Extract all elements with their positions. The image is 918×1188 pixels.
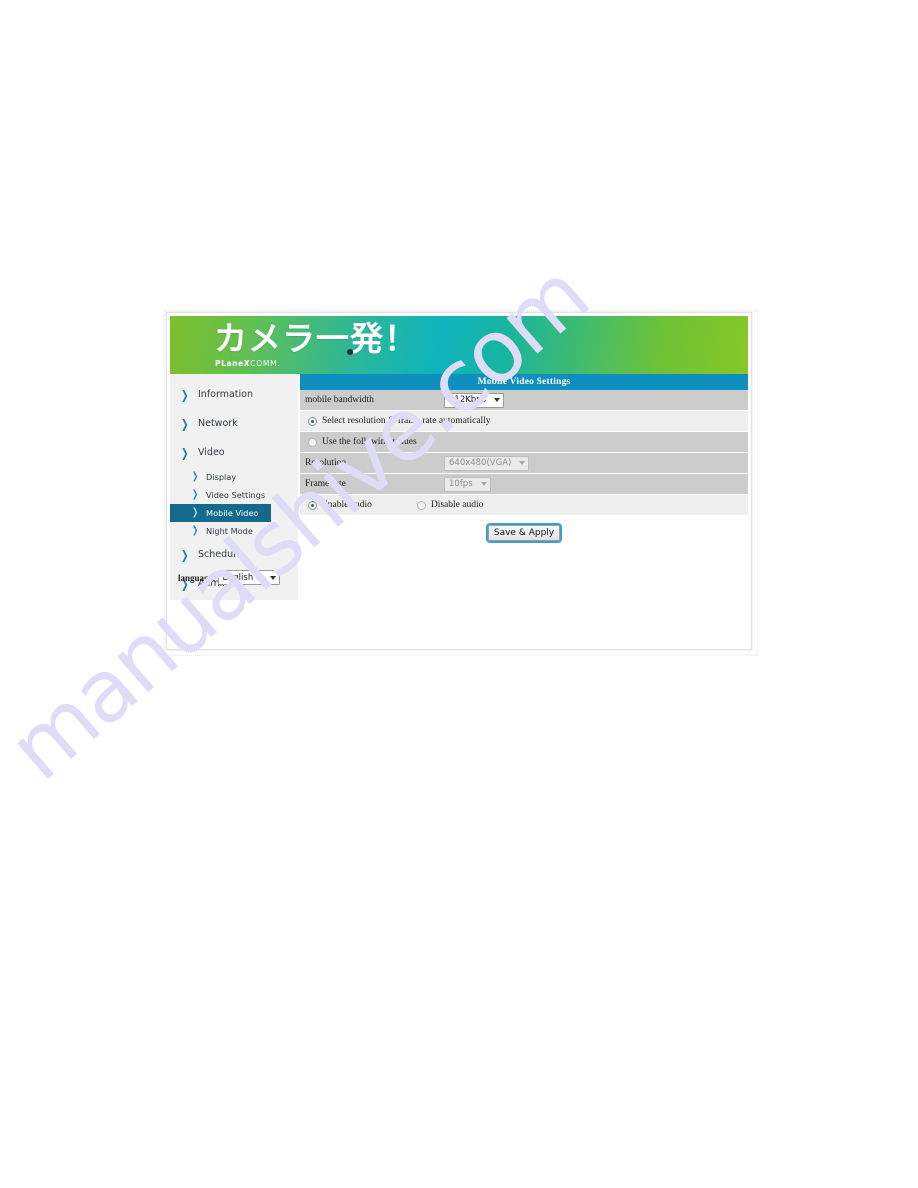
sidebar-item-display[interactable]: ❯ Display xyxy=(170,468,299,486)
brand-name-secondary: COMM. xyxy=(250,359,281,368)
chevron-right-icon: ❯ xyxy=(181,416,189,431)
chevron-right-icon: ❯ xyxy=(181,547,189,562)
radio-disable-audio-label[interactable]: Disable audio xyxy=(431,500,484,510)
resolution-label: Resolution xyxy=(305,458,347,468)
chevron-right-icon: ❯ xyxy=(192,525,199,536)
brand-name-primary: PLaneX xyxy=(215,359,251,368)
brand-logo: PLaneXCOMM. xyxy=(215,359,281,369)
resolution-value-cell: 640x480(VGA) xyxy=(439,455,748,471)
frame-rate-select-value: 10fps xyxy=(449,479,473,489)
radio-select-resolution-auto[interactable] xyxy=(308,416,317,426)
row-audio: Enable audio Disable audio xyxy=(300,495,748,516)
chevron-down-icon xyxy=(519,461,526,465)
row-resolution: Resolution 640x480(VGA) xyxy=(300,453,748,474)
panel-title: Mobile Video Settings xyxy=(300,374,748,390)
row-frame-rate: Frame rate 10fps xyxy=(300,474,748,495)
resolution-select[interactable]: 640x480(VGA) xyxy=(444,455,530,471)
camera-web-ui-screenshot: カメラ一発！ PLaneXCOMM. ❯ Information ❯ Netwo… xyxy=(164,310,758,656)
manual-page: カメラ一発！ PLaneXCOMM. ❯ Information ❯ Netwo… xyxy=(0,0,918,1188)
mobile-bandwidth-select-value: 512Kbps xyxy=(449,395,487,405)
language-selector-row: language: English xyxy=(178,570,280,585)
product-logo-japanese: カメラ一発！ xyxy=(214,319,418,358)
logo-dot-decoration xyxy=(347,349,353,355)
mobile-bandwidth-label: mobile bandwidth xyxy=(305,395,374,405)
settings-panel: Mobile Video Settings mobile bandwidth 5… xyxy=(300,374,748,648)
sidebar-item-label: Night Mode xyxy=(206,526,253,536)
ui-body: ❯ Information ❯ Network ❯ Video ❯ Displa… xyxy=(170,374,748,648)
chevron-down-icon xyxy=(269,575,276,580)
radio-enable-audio-label[interactable]: Enable audio xyxy=(322,500,372,510)
sidebar-item-label: Display xyxy=(206,472,237,482)
sidebar-item-network[interactable]: ❯ Network xyxy=(170,409,299,438)
radio-enable-audio[interactable] xyxy=(308,500,317,510)
video-submenu: ❯ Display ❯ Video Settings ❯ Mobile Vide… xyxy=(170,468,299,540)
chevron-right-icon: ❯ xyxy=(192,489,199,500)
sidebar-item-label: Network xyxy=(198,418,238,429)
disable-audio-group: Disable audio xyxy=(416,500,484,510)
mobile-bandwidth-value-cell: 512Kbps xyxy=(439,392,748,408)
sidebar-item-label: Mobile Video xyxy=(206,508,259,518)
frame-rate-select[interactable]: 10fps xyxy=(444,476,491,492)
radio-select-resolution-auto-label[interactable]: Select resolution & frame rate automatic… xyxy=(322,416,491,426)
nav-list: ❯ Information ❯ Network ❯ Video ❯ Displa… xyxy=(170,380,299,598)
chevron-down-icon xyxy=(480,482,487,486)
radio-use-following-values-label[interactable]: Use the following values xyxy=(322,437,417,447)
save-button-row: Save & Apply xyxy=(300,516,748,550)
product-banner: カメラ一発！ PLaneXCOMM. xyxy=(170,316,748,374)
language-select-value: English xyxy=(222,572,254,583)
sidebar-item-video[interactable]: ❯ Video xyxy=(170,438,299,467)
save-and-apply-button[interactable]: Save & Apply xyxy=(486,523,562,543)
sidebar-navigation: ❯ Information ❯ Network ❯ Video ❯ Displa… xyxy=(170,374,299,600)
chevron-right-icon: ❯ xyxy=(181,387,189,402)
radio-use-following-values[interactable] xyxy=(308,437,317,447)
sidebar-item-video-settings[interactable]: ❯ Video Settings xyxy=(170,486,299,504)
resolution-select-value: 640x480(VGA) xyxy=(449,458,512,468)
language-select[interactable]: English xyxy=(217,570,280,585)
chevron-right-icon: ❯ xyxy=(192,507,199,518)
sidebar-item-mobile-video[interactable]: ❯ Mobile Video xyxy=(170,504,271,522)
row-mobile-bandwidth: mobile bandwidth 512Kbps xyxy=(300,390,748,411)
frame-rate-value-cell: 10fps xyxy=(439,476,748,492)
sidebar-item-night-mode[interactable]: ❯ Night Mode xyxy=(170,522,299,540)
sidebar-item-label: Video xyxy=(198,447,225,458)
chevron-down-icon xyxy=(494,398,501,402)
sidebar-item-information[interactable]: ❯ Information xyxy=(170,380,299,409)
mobile-bandwidth-select[interactable]: 512Kbps xyxy=(444,392,505,408)
row-mode-manual: Use the following values xyxy=(300,432,748,453)
chevron-right-icon: ❯ xyxy=(192,471,199,482)
radio-disable-audio[interactable] xyxy=(416,500,426,510)
language-label: language: xyxy=(178,572,216,583)
sidebar-item-label: Video Settings xyxy=(206,490,266,500)
frame-rate-label: Frame rate xyxy=(305,479,346,489)
sidebar-item-label: Information xyxy=(198,389,253,400)
sidebar-item-schedule[interactable]: ❯ Schedule xyxy=(170,540,299,569)
chevron-right-icon: ❯ xyxy=(181,445,189,460)
row-mode-auto: Select resolution & frame rate automatic… xyxy=(300,411,748,432)
sidebar-item-label: Schedule xyxy=(198,549,242,560)
